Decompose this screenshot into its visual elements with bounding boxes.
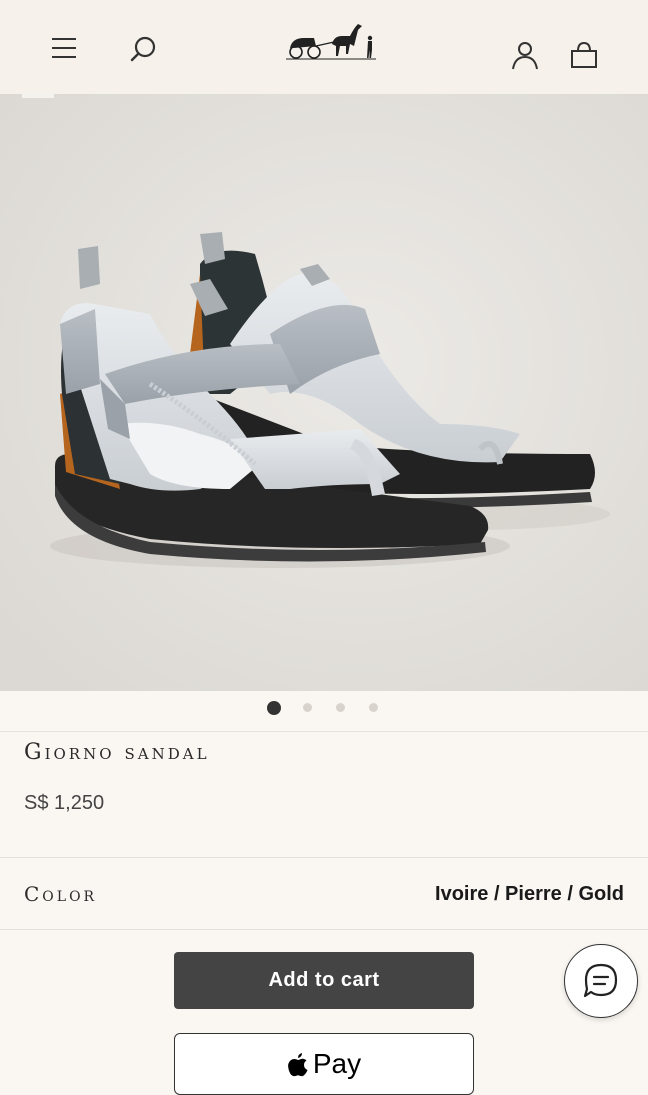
carousel-dot-2[interactable] — [303, 703, 312, 712]
product-image[interactable] — [0, 94, 648, 691]
search-icon[interactable] — [129, 34, 159, 64]
shopping-bag-icon[interactable] — [569, 40, 599, 70]
apple-pay-label: Pay — [312, 1048, 362, 1079]
product-name: Giorno sandal — [24, 740, 210, 765]
image-top-tab — [22, 94, 54, 98]
divider-top — [0, 731, 648, 732]
site-header — [0, 0, 648, 94]
hermes-carriage-logo[interactable] — [284, 18, 378, 62]
divider-bottom — [0, 929, 648, 930]
color-label: Color — [24, 882, 98, 906]
carousel-dot-3[interactable] — [336, 703, 345, 712]
color-value[interactable]: Ivoire / Pierre / Gold — [435, 883, 624, 906]
carousel-dot-1[interactable] — [267, 701, 281, 715]
apple-logo-icon — [287, 1053, 308, 1077]
account-icon[interactable] — [511, 40, 539, 70]
carousel-dots — [0, 691, 648, 731]
product-price: S$ 1,250 — [24, 792, 105, 814]
chat-button[interactable] — [564, 944, 638, 1018]
add-to-cart-button[interactable]: Add to cart — [174, 952, 474, 1009]
carousel-dot-4[interactable] — [369, 703, 378, 712]
apple-pay-button[interactable]: Pay — [174, 1033, 474, 1095]
chat-icon — [583, 963, 618, 998]
divider-middle — [0, 857, 648, 858]
hamburger-menu-icon[interactable] — [50, 36, 78, 60]
sandal-product-photo — [0, 94, 648, 691]
